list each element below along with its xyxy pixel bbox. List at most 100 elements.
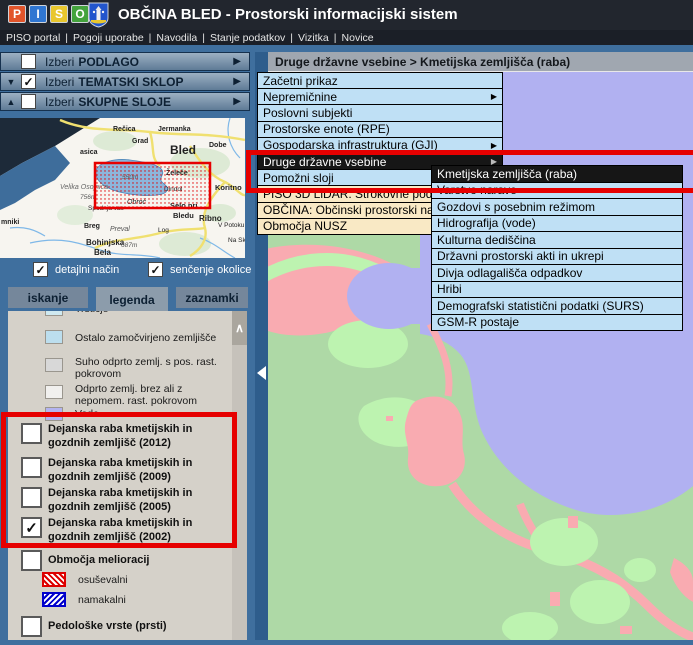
menu-item-prostorske-enote[interactable]: Prostorske enote (RPE) [257, 121, 503, 138]
druge-drzavne-submenu: Kmetijska zemljišča (raba) Varstvo narav… [431, 166, 683, 331]
raba-2012-checkbox[interactable] [21, 423, 42, 444]
place-label: Breg [84, 223, 100, 230]
legend-label: osuševalni [78, 574, 236, 586]
submenu-item-hribi[interactable]: Hribi [431, 281, 683, 299]
nav-piso-portal[interactable]: PISO portal [6, 32, 60, 44]
place-label: Bohinjska [86, 238, 125, 247]
menu-item-label: Hribi [437, 282, 462, 296]
submenu-item-kmetijska-zemljisca[interactable]: Kmetijska zemljišča (raba) [431, 165, 683, 183]
expand-right-icon[interactable]: ▶ [233, 56, 241, 67]
logo-letter-p: P [8, 5, 26, 23]
submenu-item-varstvo-narave[interactable]: Varstvo narave [431, 182, 683, 200]
submenu-item-kulturna-dediscina[interactable]: Kulturna dediščina [431, 231, 683, 249]
scroll-up-icon: ∧ [235, 321, 244, 335]
skupne-sloje-checkbox[interactable] [21, 94, 36, 109]
accordion-tematski-sklop[interactable]: ▼ ✓ Izberi TEMATSKI SKLOP ▶ [0, 72, 250, 91]
detajlni-nacin-checkbox[interactable]: ✓ [33, 262, 48, 277]
raba-2005-checkbox[interactable] [21, 487, 42, 508]
top-nav: PISO portal | Pogoji uporabe | Navodila … [0, 30, 693, 45]
nav-stanje-podatkov[interactable]: Stanje podatkov [210, 32, 285, 44]
submenu-item-divja-odlagalisca[interactable]: Divja odlagališča odpadkov [431, 264, 683, 282]
layer-label: Pedološke vrste (prsti) [48, 619, 230, 633]
overview-map[interactable]: Rečica Jermanka Grad Bled Dobe asica Vel… [0, 118, 245, 263]
nav-novice[interactable]: Novice [342, 32, 374, 44]
podlago-checkbox[interactable] [21, 54, 36, 69]
submenu-item-demografski-podatki[interactable]: Demografski statistični podatki (SURS) [431, 297, 683, 315]
menu-item-label: Območja NUSZ [263, 219, 347, 233]
place-label: Na Ska [228, 237, 245, 244]
legend-scrollbar[interactable]: ∧ [232, 311, 247, 640]
raba-2002-checkbox[interactable]: ✓ [21, 517, 42, 538]
menu-item-label: Začetni prikaz [263, 74, 338, 88]
menu-item-gospodarska-infrastruktura[interactable]: Gospodarska infrastruktura (GJI) ▶ [257, 137, 503, 154]
menu-item-label: Gozdovi s posebnim režimom [437, 200, 595, 214]
nav-vizitka[interactable]: Vizitka [298, 32, 329, 44]
nav-separator: | [334, 32, 337, 44]
place-label: Rečica [113, 126, 136, 133]
map-options: ✓ detajlni način ✓ senčenje okolice [0, 261, 255, 281]
legend-swatch [45, 407, 63, 421]
logo-letter-i: I [29, 5, 47, 23]
menu-item-poslovni-subjekti[interactable]: Poslovni subjekti [257, 104, 503, 121]
melioracij-checkbox[interactable] [21, 550, 42, 571]
legend-swatch [45, 385, 63, 399]
breadcrumb: Druge državne vsebine > Kmetijska zemlji… [268, 55, 570, 69]
collapse-state-icon[interactable]: ▲ [1, 97, 21, 107]
accordion-label-bold: TEMATSKI SKLOP [78, 75, 183, 89]
place-label: 687m [121, 242, 138, 249]
pedoloske-checkbox[interactable] [21, 616, 42, 637]
menu-item-label: Prostorske enote (RPE) [263, 122, 390, 136]
menu-item-label: Demografski statistični podatki (SURS) [437, 299, 644, 313]
menu-item-label: Divja odlagališča odpadkov [437, 266, 582, 280]
detajlni-nacin-option[interactable]: ✓ detajlni način [33, 262, 119, 277]
nav-pogoji-uporabe[interactable]: Pogoji uporabe [73, 32, 144, 44]
place-label: Bela [94, 248, 111, 257]
sencenje-okolice-option[interactable]: ✓ senčenje okolice [148, 262, 251, 277]
menu-item-label: Kmetijska zemljišča (raba) [437, 167, 577, 181]
expand-right-icon[interactable]: ▶ [233, 96, 241, 107]
menu-item-zacetni-prikaz[interactable]: Začetni prikaz [257, 72, 503, 89]
legend-swatch [45, 358, 63, 372]
breadcrumb-bar: Druge državne vsebine > Kmetijska zemlji… [268, 52, 693, 72]
tab-legenda[interactable]: legenda [96, 287, 168, 312]
expand-right-icon[interactable]: ▶ [233, 76, 241, 87]
submenu-item-hidrografija[interactable]: Hidrografija (vode) [431, 215, 683, 233]
accordion-skupne-sloje[interactable]: ▲ Izberi SKUPNE SLOJE ▶ [0, 92, 250, 111]
accordion-label: Izberi [45, 75, 74, 89]
collapse-left-icon[interactable] [257, 366, 266, 380]
menu-item-label: Nepremičnine [263, 90, 337, 104]
collapse-state-icon[interactable]: ▼ [1, 77, 21, 87]
app-header: P I S O OBČINA BLED - Prostorski informa… [0, 0, 693, 30]
place-label: Grad [132, 138, 148, 145]
layer-label: Dejanska raba kmetijskih in gozdnih zeml… [48, 516, 230, 544]
legend-panel: Trstičje Ostalo zamočvirjeno zemljišče S… [8, 311, 247, 640]
accordion-podlago[interactable]: Izberi PODLAGO ▶ [0, 52, 250, 71]
legend-label: Voda [75, 408, 233, 420]
raba-2009-checkbox[interactable] [21, 457, 42, 478]
tab-zaznamki[interactable]: zaznamki [176, 287, 248, 308]
tematski-sklop-checkbox[interactable]: ✓ [21, 74, 36, 89]
option-label: detajlni način [55, 264, 119, 276]
place-label: Jermanka [158, 126, 191, 133]
map-extent-rectangle[interactable] [95, 163, 210, 208]
menu-item-label: Varstvo narave [437, 183, 517, 197]
tab-iskanje[interactable]: iskanje [8, 287, 88, 308]
menu-item-label: Druge državne vsebine [263, 155, 386, 169]
legend-label: Odprto zemlj. brez ali z nepomem. rast. … [75, 383, 233, 407]
submenu-item-drzavni-prostorski-akti[interactable]: Državni prostorski akti in ukrepi [431, 248, 683, 266]
sencenje-okolice-checkbox[interactable]: ✓ [148, 262, 163, 277]
logo-letter-o: O [71, 5, 89, 23]
nav-navodila[interactable]: Navodila [156, 32, 197, 44]
submenu-item-gozdovi[interactable]: Gozdovi s posebnim režimom [431, 198, 683, 216]
submenu-item-gsm-r-postaje[interactable]: GSM-R postaje [431, 314, 683, 332]
place-label: Preval [110, 226, 130, 233]
scroll-up-button[interactable]: ∧ [232, 311, 247, 345]
submenu-arrow-icon: ▶ [491, 141, 497, 150]
menu-item-nepremicnine[interactable]: Nepremičnine ▶ [257, 88, 503, 105]
legend-label: Trstičje [75, 311, 233, 315]
place-label: Bledu [173, 211, 194, 220]
legend-label: Suho odprto zemlj. s pos. rast. pokrovom [75, 356, 233, 380]
accordion-label-bold: PODLAGO [78, 55, 139, 69]
logo-letter-s: S [50, 5, 68, 23]
piso-app: { "header": { "logo": {"letters": [ {"t"… [0, 0, 693, 640]
